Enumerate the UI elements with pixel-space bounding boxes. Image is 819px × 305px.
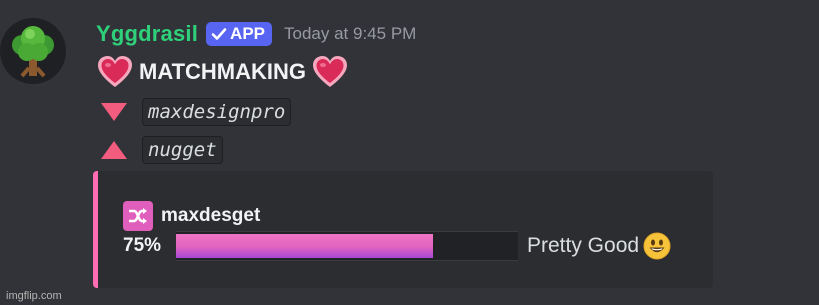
heart-icon	[98, 56, 132, 87]
app-badge: APP	[206, 22, 273, 46]
triangle-down-icon	[101, 103, 127, 121]
chat-message: Yggdrasil APP Today at 9:45 PM MATCHMAKI…	[0, 0, 819, 305]
smiley-icon	[643, 232, 671, 260]
heart-icon	[313, 56, 348, 87]
embed-author-name: maxdesget	[161, 205, 261, 226]
app-badge-label: APP	[230, 24, 266, 43]
embed-author: maxdesget	[123, 201, 260, 231]
compatibility-rating: Pretty Good	[527, 234, 640, 257]
compatibility-bar-fill	[176, 234, 433, 258]
down-user-row: maxdesignpro	[100, 95, 292, 129]
tree-icon	[12, 26, 54, 78]
compatibility-row: 75% Pretty Good	[123, 231, 671, 261]
match-embed: maxdesget 75% Pretty Good	[93, 171, 713, 288]
timestamp[interactable]: Today at 9:45 PM	[284, 24, 416, 44]
username[interactable]: Yggdrasil	[96, 21, 198, 47]
message-title: MATCHMAKING	[139, 59, 307, 84]
down-user-name: maxdesignpro	[142, 98, 292, 126]
avatar[interactable]	[0, 18, 66, 84]
message-header: Yggdrasil APP Today at 9:45 PM	[96, 18, 416, 50]
compatibility-bar	[176, 231, 518, 261]
up-user-name: nugget	[142, 136, 223, 164]
check-icon	[211, 28, 227, 40]
watermark: imgflip.com	[6, 290, 62, 302]
shuffle-icon	[123, 201, 153, 231]
title-row: MATCHMAKING	[97, 52, 348, 92]
up-user-row: nugget	[100, 133, 223, 167]
triangle-up-icon	[101, 141, 127, 159]
compatibility-percent: 75%	[123, 235, 162, 256]
